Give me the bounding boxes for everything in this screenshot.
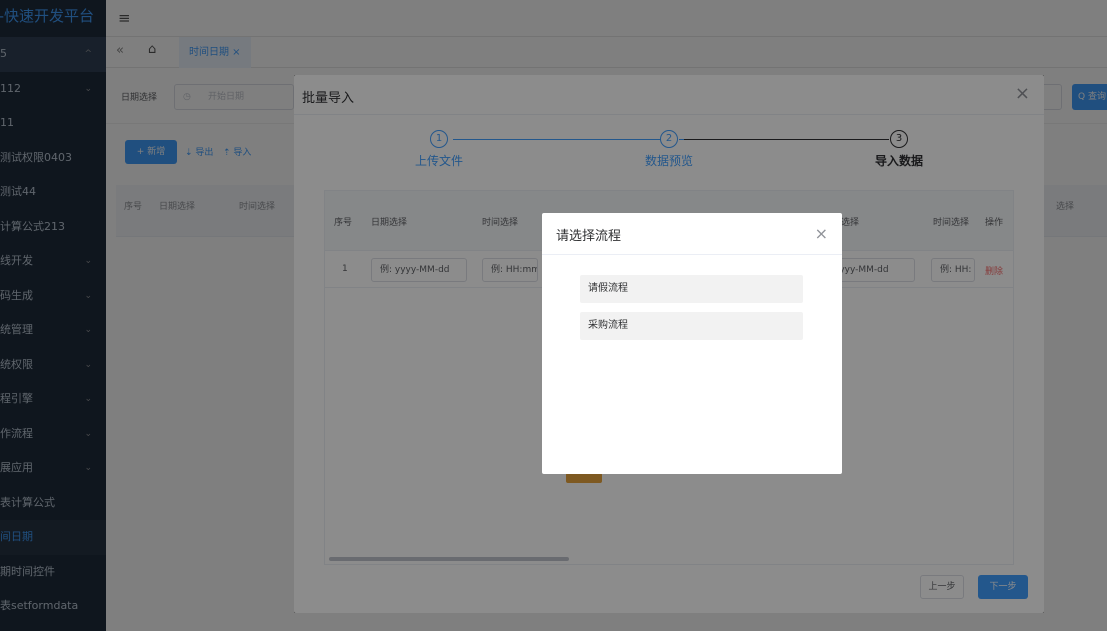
close-icon[interactable]: ×: [815, 224, 828, 243]
flow-option-purchase[interactable]: 采购流程: [580, 312, 803, 340]
dialog-header: 请选择流程 ×: [542, 213, 842, 255]
select-flow-dialog: 请选择流程 × 请假流程 采购流程: [542, 213, 842, 474]
flow-option-leave[interactable]: 请假流程: [580, 275, 803, 303]
dialog-title: 请选择流程: [556, 229, 622, 244]
